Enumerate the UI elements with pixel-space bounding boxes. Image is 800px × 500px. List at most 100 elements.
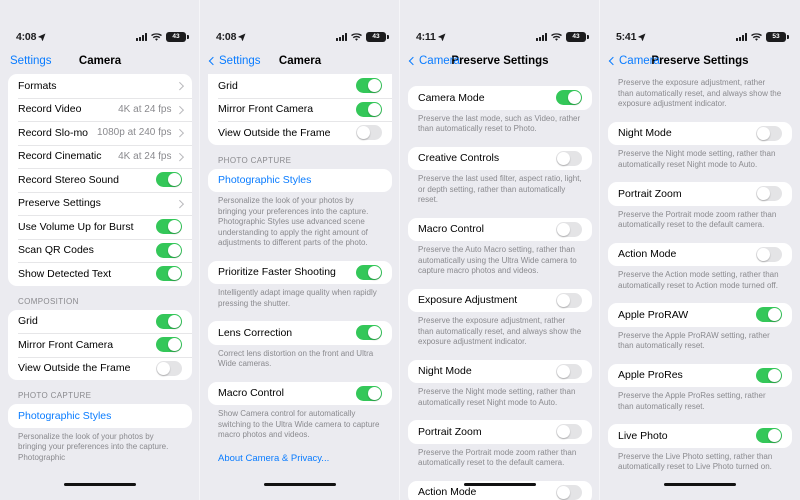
setting-toggle[interactable] — [556, 221, 582, 237]
settings-row[interactable]: Action Mode — [608, 243, 792, 267]
settings-row[interactable]: Portrait Zoom — [408, 420, 592, 444]
settings-row[interactable]: Photographic Styles — [8, 404, 192, 428]
setting-toggle[interactable] — [556, 424, 582, 440]
status-icons: 43 — [136, 32, 189, 42]
setting-toggle[interactable] — [556, 150, 582, 166]
settings-group: Action Mode — [608, 242, 792, 267]
setting-toggle[interactable] — [356, 125, 382, 141]
setting-toggle[interactable] — [756, 125, 782, 141]
setting-toggle[interactable] — [356, 101, 382, 117]
setting-toggle[interactable] — [156, 242, 182, 258]
settings-row[interactable]: Creative Controls — [408, 147, 592, 171]
settings-row[interactable]: Apple ProRAW — [608, 303, 792, 327]
row-label: Record Slo-mo — [18, 126, 89, 139]
settings-row[interactable]: Use Volume Up for Burst — [8, 215, 192, 239]
settings-row[interactable]: View Outside the Frame — [8, 356, 192, 381]
settings-row[interactable]: Record Slo-mo 1080p at 240 fps — [8, 121, 192, 145]
settings-row[interactable]: Camera Mode — [408, 86, 592, 110]
settings-row[interactable]: Prioritize Faster Shooting — [208, 261, 392, 285]
settings-row[interactable]: View Outside the Frame — [208, 121, 392, 145]
settings-row[interactable]: Mirror Front Camera — [8, 333, 192, 357]
cellular-signal-icon — [136, 33, 147, 41]
back-button[interactable]: Camera — [608, 55, 660, 67]
settings-row[interactable]: Grid — [8, 310, 192, 334]
settings-row[interactable]: Apple ProRes — [608, 364, 792, 388]
setting-toggle[interactable] — [356, 78, 382, 94]
toggle-knob — [168, 173, 181, 187]
back-button[interactable]: Settings — [208, 55, 261, 67]
setting-toggle[interactable] — [356, 264, 382, 280]
section-footnote: Personalize the look of your photos by b… — [18, 431, 169, 462]
setting-toggle[interactable] — [756, 186, 782, 202]
setting-toggle[interactable] — [556, 292, 582, 308]
section-footnote: Preserve the Auto Macro setting, rather … — [418, 245, 577, 275]
cellular-signal-icon — [536, 33, 547, 41]
clock-time: 4:08 — [16, 31, 37, 43]
settings-row[interactable]: Record Video 4K at 24 fps — [8, 97, 192, 122]
clock-time: 4:11 — [416, 31, 436, 43]
settings-row[interactable]: Night Mode — [408, 360, 592, 384]
toggle-knob — [757, 247, 770, 261]
row-label: Camera Mode — [418, 91, 485, 104]
settings-content[interactable]: Camera Mode Preserve the last mode, such … — [400, 74, 600, 500]
setting-toggle[interactable] — [156, 172, 182, 188]
setting-toggle[interactable] — [756, 428, 782, 444]
settings-row[interactable]: Exposure Adjustment — [408, 289, 592, 313]
setting-toggle[interactable] — [556, 363, 582, 379]
toggle-knob — [368, 326, 381, 340]
setting-toggle[interactable] — [356, 325, 382, 341]
setting-toggle[interactable] — [556, 484, 582, 500]
setting-toggle[interactable] — [156, 360, 182, 376]
settings-group: Live Photo — [608, 424, 792, 448]
row-label: Portrait Zoom — [418, 425, 482, 438]
settings-row[interactable]: Macro Control — [408, 218, 592, 242]
settings-row[interactable]: Photographic Styles — [208, 169, 392, 193]
disclosure-chevron-icon — [175, 81, 184, 90]
clock-time: 4:08 — [216, 31, 237, 43]
settings-row[interactable]: Night Mode — [608, 122, 792, 146]
setting-toggle[interactable] — [556, 90, 582, 106]
settings-row[interactable]: Record Cinematic 4K at 24 fps — [8, 144, 192, 169]
about-camera-privacy-link[interactable]: About Camera & Privacy... — [200, 441, 400, 464]
setting-toggle[interactable] — [156, 337, 182, 353]
section-footnote: Preserve the Night mode setting, rather … — [618, 149, 776, 169]
phone-screen-camera-settings-bottom: 4:08 43 Settings Camera Grid Mirror Front Cam… — [200, 0, 400, 500]
setting-toggle[interactable] — [756, 246, 782, 262]
setting-toggle[interactable] — [156, 219, 182, 235]
settings-row[interactable]: Live Photo — [608, 424, 792, 448]
settings-row[interactable]: Grid — [208, 74, 392, 98]
settings-row[interactable]: Record Stereo Sound — [8, 168, 192, 192]
disclosure-chevron-icon — [175, 128, 184, 137]
row-label: Action Mode — [618, 248, 677, 261]
status-bar: 4:08 43 — [200, 26, 400, 48]
settings-row[interactable]: Mirror Front Camera — [208, 97, 392, 122]
setting-toggle[interactable] — [756, 367, 782, 383]
setting-toggle[interactable] — [156, 266, 182, 282]
setting-toggle[interactable] — [756, 307, 782, 323]
settings-row[interactable]: Show Detected Text — [8, 262, 192, 286]
settings-row[interactable]: Lens Correction — [208, 321, 392, 345]
back-button[interactable]: Camera — [408, 55, 460, 67]
settings-content[interactable]: Formats Record Video 4K at 24 fps Record Sl… — [0, 74, 200, 500]
toggle-knob — [557, 151, 570, 165]
settings-row[interactable]: Macro Control — [208, 382, 392, 406]
settings-content[interactable]: Preserve the exposure adjustment, rather… — [600, 74, 800, 500]
back-button[interactable]: Settings — [10, 55, 52, 67]
section-footnote: Show Camera control for automatically sw… — [218, 409, 380, 439]
settings-row[interactable]: Preserve Settings — [8, 191, 192, 216]
settings-row[interactable]: Scan QR Codes — [8, 238, 192, 263]
settings-row[interactable]: Formats — [8, 74, 192, 98]
setting-toggle[interactable] — [156, 313, 182, 329]
settings-row[interactable]: Portrait Zoom — [608, 182, 792, 206]
home-indicator — [64, 482, 136, 486]
section-header: PHOTO CAPTURE — [18, 391, 92, 400]
section-footnote: Preserve the Portrait mode zoom rather t… — [418, 447, 577, 468]
setting-toggle[interactable] — [356, 385, 382, 401]
settings-content[interactable]: Grid Mirror Front Camera View Outside the … — [200, 74, 400, 500]
settings-group: Prioritize Faster Shooting — [208, 260, 392, 285]
